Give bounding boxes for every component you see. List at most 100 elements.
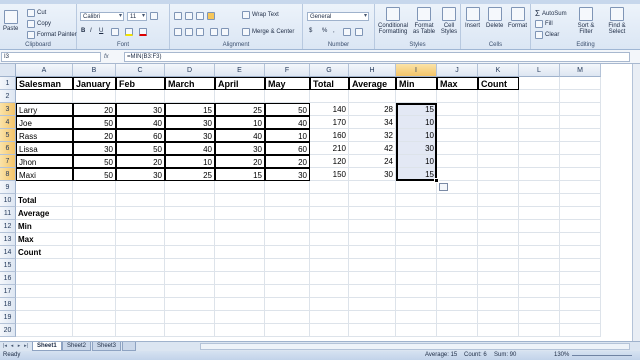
value-cell[interactable]: 20 [73,129,116,142]
cell[interactable] [310,272,349,285]
cell[interactable] [437,298,478,311]
cell[interactable] [165,246,215,259]
cell[interactable] [310,233,349,246]
currency-button[interactable]: $ [309,28,312,34]
cell[interactable] [560,142,601,155]
cell[interactable] [265,324,310,337]
column-header-b[interactable]: B [73,64,116,77]
cell[interactable] [265,311,310,324]
cell[interactable] [215,285,265,298]
cell-styles-button[interactable]: Cell Styles [439,7,459,35]
cell[interactable] [349,233,396,246]
insert-sheet-icon[interactable] [122,342,136,351]
cell[interactable] [165,207,215,220]
cell[interactable] [519,285,560,298]
column-header-g[interactable]: G [310,64,349,77]
cell[interactable] [519,155,560,168]
cell[interactable] [519,233,560,246]
row-header-16[interactable]: 16 [0,272,16,285]
cell[interactable] [215,311,265,324]
cell[interactable] [560,129,601,142]
cell[interactable] [16,285,73,298]
first-sheet-nav-icon[interactable]: |◂ [2,343,8,350]
salesman-name-cell[interactable]: Joe [16,116,73,129]
cell[interactable] [310,324,349,337]
column-header-m[interactable]: M [560,64,601,77]
row-header-18[interactable]: 18 [0,298,16,311]
cell[interactable] [478,311,519,324]
cell[interactable] [349,194,396,207]
cell[interactable] [16,272,73,285]
cell[interactable] [116,272,165,285]
row-header-5[interactable]: 5 [0,129,16,142]
cell[interactable] [396,272,437,285]
cell[interactable] [396,285,437,298]
cell[interactable] [519,77,560,90]
cell[interactable] [396,90,437,103]
cell[interactable] [310,285,349,298]
cell[interactable] [349,220,396,233]
cell[interactable] [437,116,478,129]
cell[interactable] [437,207,478,220]
column-header-k[interactable]: K [478,64,519,77]
value-cell[interactable]: 15 [396,103,437,116]
header-cell[interactable]: May [265,77,310,90]
cell[interactable] [437,129,478,142]
cell[interactable] [478,155,519,168]
cell[interactable] [478,181,519,194]
cell[interactable] [265,181,310,194]
cell[interactable] [437,90,478,103]
value-cell[interactable]: 40 [165,142,215,155]
font-color-button[interactable] [139,28,147,36]
cell[interactable] [265,285,310,298]
cell[interactable] [437,142,478,155]
cell[interactable] [396,220,437,233]
cell[interactable] [16,181,73,194]
row-header-14[interactable]: 14 [0,246,16,259]
insert-function-button[interactable]: fx [104,52,124,62]
cell[interactable] [265,272,310,285]
cell[interactable] [560,155,601,168]
last-sheet-nav-icon[interactable]: ▸| [23,343,29,350]
conditional-formatting-button[interactable]: Conditional Formatting [377,7,409,35]
cell[interactable] [165,181,215,194]
value-cell[interactable]: 210 [310,142,349,155]
cell[interactable] [437,155,478,168]
cell[interactable] [437,233,478,246]
summary-label-cell[interactable]: Count [16,246,73,259]
cell[interactable] [73,311,116,324]
cell[interactable] [215,181,265,194]
cell[interactable] [519,129,560,142]
cell[interactable] [116,298,165,311]
cell[interactable] [73,272,116,285]
cell[interactable] [215,207,265,220]
cell[interactable] [310,181,349,194]
cell[interactable] [73,233,116,246]
value-cell[interactable]: 32 [349,129,396,142]
cell[interactable] [437,246,478,259]
cell[interactable] [519,194,560,207]
cell[interactable] [73,220,116,233]
cell[interactable] [560,233,601,246]
value-cell[interactable]: 10 [165,155,215,168]
cell[interactable] [349,285,396,298]
cell[interactable] [349,90,396,103]
cell[interactable] [560,324,601,337]
cell[interactable] [519,168,560,181]
row-header-15[interactable]: 15 [0,259,16,272]
sheet-tab-3[interactable]: Sheet3 [92,342,122,351]
value-cell[interactable]: 15 [396,168,437,181]
header-cell[interactable]: Salesman [16,77,73,90]
cell[interactable] [310,220,349,233]
cell[interactable] [265,194,310,207]
summary-label-cell[interactable]: Max [16,233,73,246]
cell[interactable] [165,220,215,233]
cell[interactable] [396,311,437,324]
cell[interactable] [396,181,437,194]
value-cell[interactable]: 24 [349,155,396,168]
cell[interactable] [73,298,116,311]
column-header-i[interactable]: I [396,64,437,77]
cell[interactable] [73,324,116,337]
cell[interactable] [73,246,116,259]
cell[interactable] [265,259,310,272]
